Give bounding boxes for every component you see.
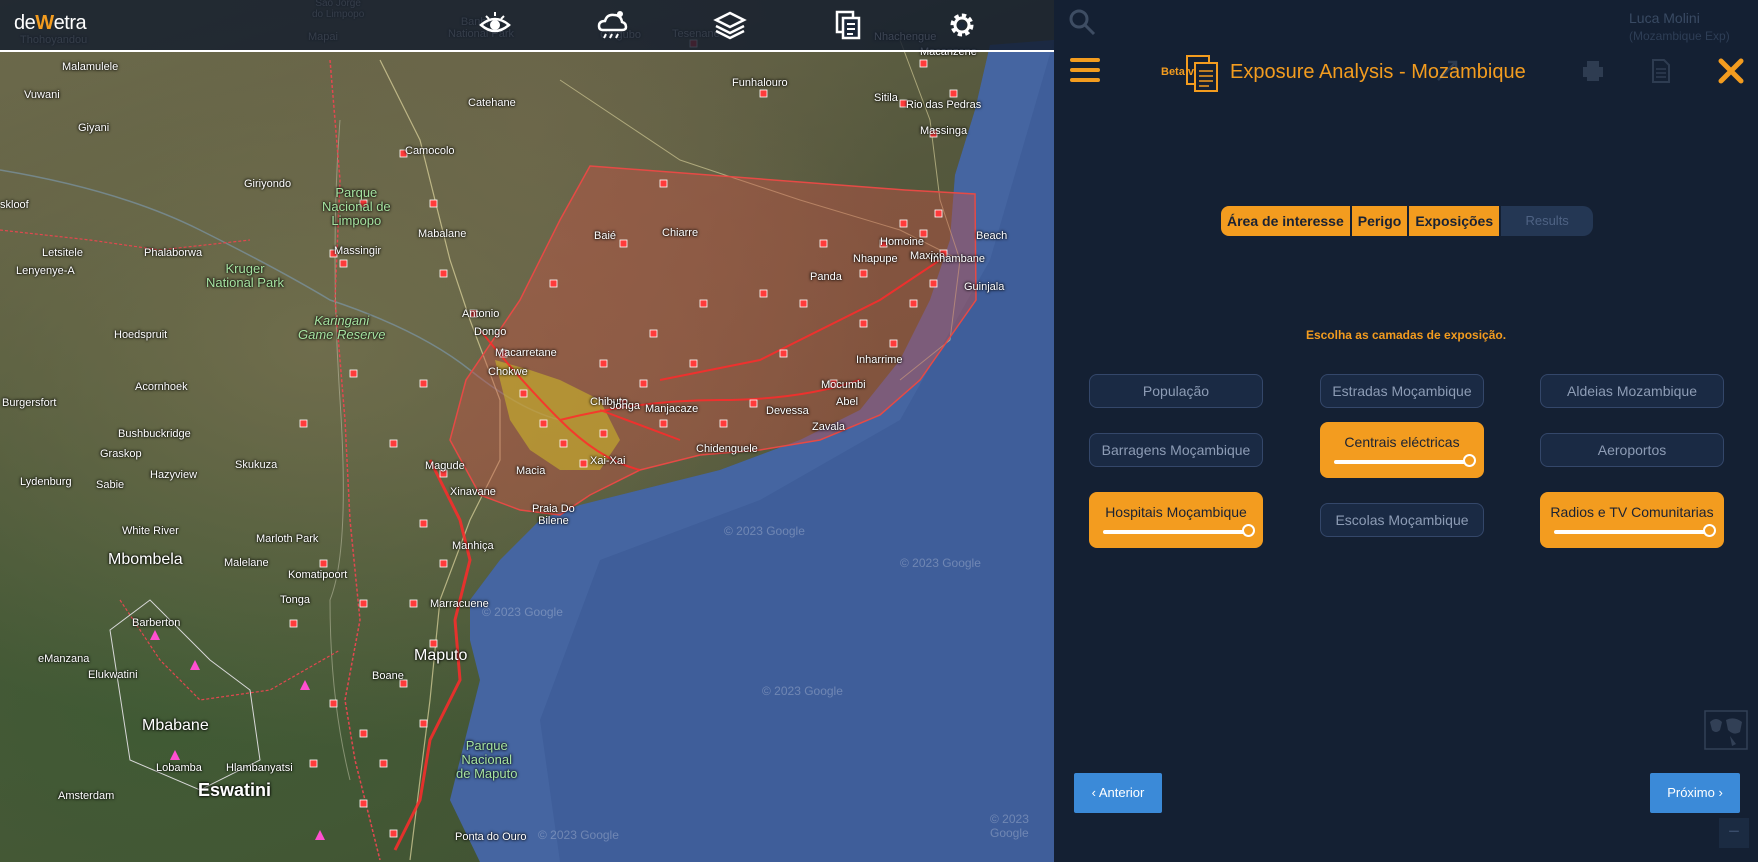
slider-thumb[interactable] [1703, 524, 1716, 537]
document-icon [1652, 59, 1670, 83]
print-icon [1583, 61, 1603, 81]
map-attribution: © 2023 Google [762, 684, 843, 698]
search-icon[interactable] [1068, 8, 1096, 36]
wizard-tabs: Área de interesse Perigo Exposições Resu… [1221, 206, 1594, 236]
gear-icon[interactable] [945, 8, 979, 42]
dewetra-logo[interactable]: deWetra [14, 12, 87, 35]
layer-label: Centrais eléctricas [1344, 434, 1460, 450]
close-icon[interactable] [1718, 58, 1744, 84]
next-button[interactable]: Próximo › [1650, 773, 1740, 813]
weather-icon[interactable] [595, 8, 629, 42]
previous-button[interactable]: ‹ Anterior [1074, 773, 1162, 813]
opacity-slider[interactable] [1334, 454, 1476, 467]
layer-hospitais-button[interactable]: Hospitais Moçambique [1089, 492, 1263, 548]
tab-hazard[interactable]: Perigo [1351, 206, 1408, 236]
zoom-out-button[interactable]: − [1719, 818, 1749, 848]
layer-estradas-button[interactable]: Estradas Moçambique [1320, 374, 1484, 408]
expand-icon [1437, 60, 1458, 81]
map-attribution: © 2023 Google [538, 828, 619, 842]
user-name: Luca Molini [1629, 10, 1700, 26]
eye-icon[interactable] [478, 8, 512, 42]
layer-populacao-button[interactable]: População [1089, 374, 1263, 408]
layer-radios-tv-button[interactable]: Radios e TV Comunitarias [1540, 492, 1724, 548]
map-attribution: © 2023 Google [724, 524, 805, 538]
user-organization: (Mozambique Exp) [1629, 29, 1730, 43]
menu-icon[interactable] [1070, 58, 1100, 86]
layer-centrais-electricas-button[interactable]: Centrais eléctricas [1320, 422, 1484, 478]
map-overlay [0, 39, 1054, 862]
tab-results[interactable]: Results [1501, 206, 1594, 236]
layer-aldeias-button[interactable]: Aldeias Mozambique [1540, 374, 1724, 408]
tab-area-of-interest[interactable]: Área de interesse [1221, 206, 1350, 236]
map-attribution: © 2023 Google [990, 812, 1029, 840]
slider-thumb[interactable] [1463, 454, 1476, 467]
report-icon [1186, 55, 1218, 92]
slider-thumb[interactable] [1242, 524, 1255, 537]
map-attribution: © 2023 Google [482, 605, 563, 619]
country-border [329, 59, 381, 861]
instruction-text: Escolha as camadas de exposição. [1305, 328, 1507, 342]
tab-exposures[interactable]: Exposições [1409, 206, 1500, 236]
map-attribution: © 2023 Google [900, 556, 981, 570]
map-view[interactable]: Malamulele Vuwani Giyani Giriyondo Parqu… [0, 0, 1054, 862]
layer-escolas-button[interactable]: Escolas Moçambique [1320, 503, 1484, 537]
panel-title: Exposure Analysis - Mozambique [1230, 61, 1526, 83]
opacity-slider[interactable] [1554, 524, 1716, 537]
top-toolbar: deWetra [0, 0, 1054, 52]
layers-icon[interactable] [713, 8, 747, 42]
layer-label: Radios e TV Comunitarias [1550, 504, 1714, 520]
layer-barragens-button[interactable]: Barragens Moçambique [1089, 433, 1263, 467]
exposure-analysis-panel: Luca Molini (Mozambique Exp) Beta v. Exp… [1054, 0, 1758, 862]
opacity-slider[interactable] [1103, 524, 1255, 537]
documents-icon[interactable] [831, 8, 865, 42]
layer-label: Hospitais Moçambique [1105, 504, 1247, 520]
layer-aeroportos-button[interactable]: Aeroportos [1540, 433, 1724, 467]
world-map-icon [1704, 710, 1748, 750]
